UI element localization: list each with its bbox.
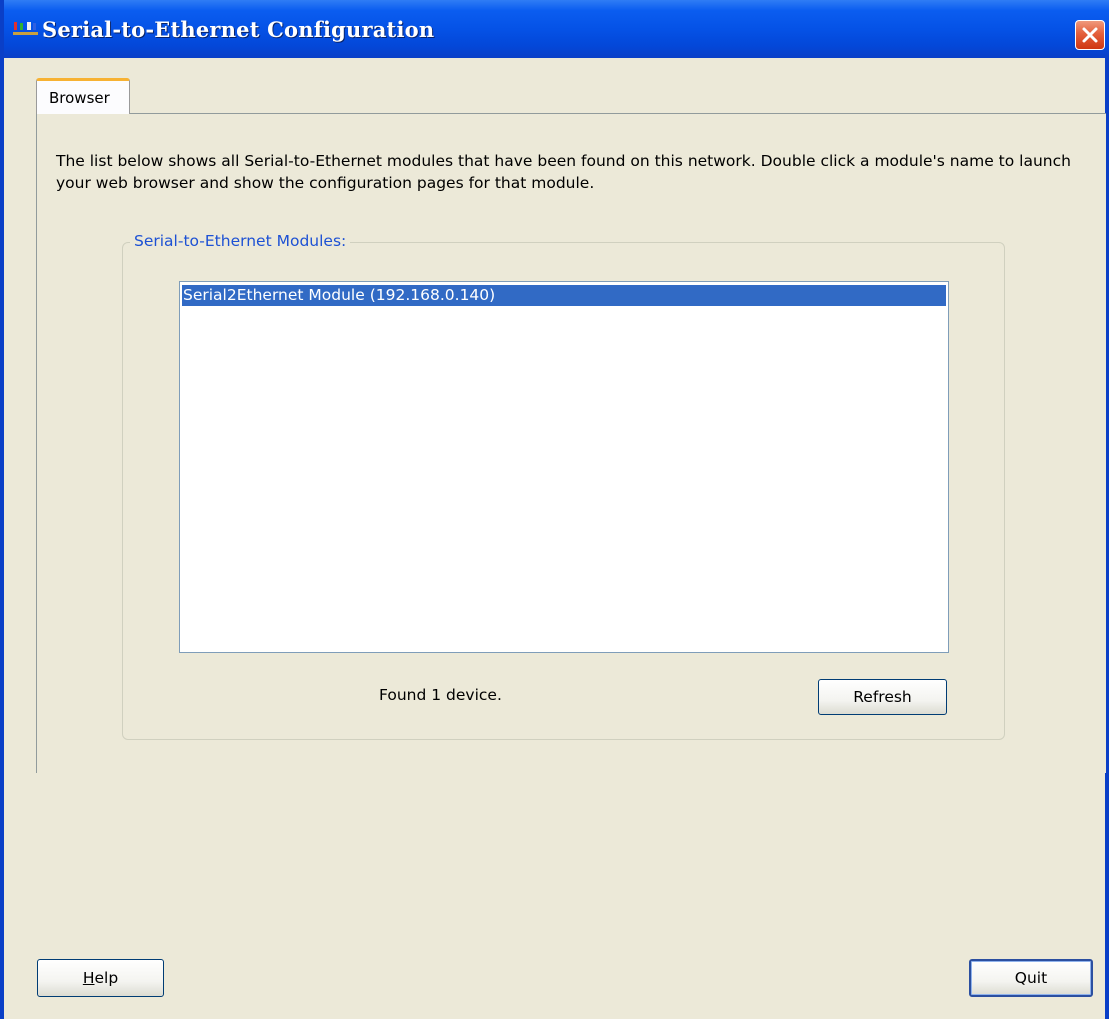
device-count-status: Found 1 device. (379, 686, 502, 704)
description-text: The list below shows all Serial-to-Ether… (56, 152, 1071, 192)
refresh-button[interactable]: Refresh (818, 679, 947, 715)
modules-group-label: Serial-to-Ethernet Modules: (130, 232, 351, 250)
window-title: Serial-to-Ethernet Configuration (42, 17, 435, 42)
help-mnemonic: H (82, 969, 95, 987)
close-icon (1082, 27, 1098, 43)
close-button[interactable] (1075, 20, 1105, 50)
app-window: Serial-to-Ethernet Configuration Browser… (0, 0, 1109, 1019)
title-bar[interactable]: Serial-to-Ethernet Configuration (4, 0, 1109, 58)
app-icon (13, 22, 38, 35)
quit-button[interactable]: Quit (969, 959, 1093, 997)
tab-browser-label: Browser (49, 89, 110, 107)
help-label-rest: elp (94, 969, 119, 987)
list-item[interactable]: Serial2Ethernet Module (192.168.0.140) (182, 285, 946, 306)
tab-browser[interactable]: Browser (36, 78, 130, 114)
help-button[interactable]: Help (37, 959, 164, 997)
modules-listbox[interactable]: Serial2Ethernet Module (192.168.0.140) (179, 281, 949, 653)
